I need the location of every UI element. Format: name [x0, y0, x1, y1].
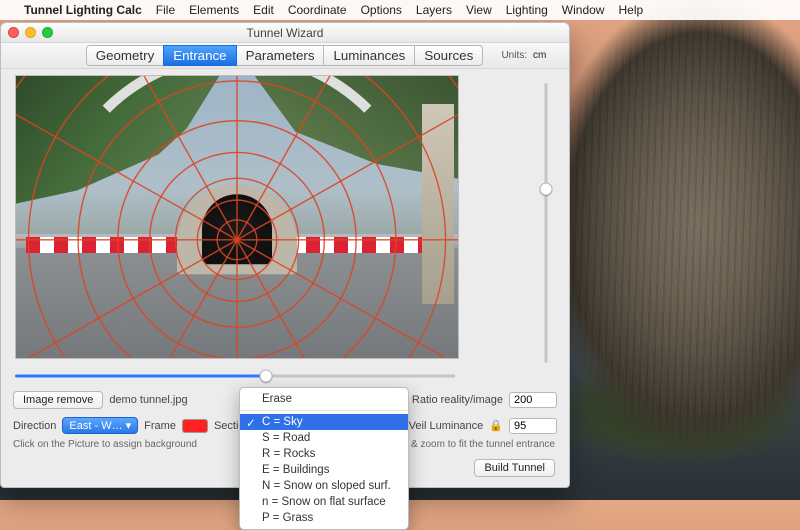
menu-options[interactable]: Options — [361, 3, 402, 17]
wizard-tabbar: Geometry Entrance Parameters Luminances … — [1, 43, 569, 69]
lock-icon[interactable]: 🔒 — [489, 419, 503, 432]
hslider-track — [15, 375, 455, 378]
section-popup-menu[interactable]: Erase C = Sky S = Road R = Rocks E = Bui… — [239, 387, 409, 530]
tab-sources[interactable]: Sources — [414, 45, 483, 66]
app-name-menu[interactable]: Tunnel Lighting Calc — [24, 3, 142, 17]
units-label: Units: — [501, 50, 527, 61]
menu-elements[interactable]: Elements — [189, 3, 239, 17]
vertical-zoom-slider[interactable] — [539, 83, 553, 363]
tab-entrance[interactable]: Entrance — [163, 45, 236, 66]
veil-input[interactable] — [509, 418, 557, 434]
tunnel-wizard-window: Tunnel Wizard Geometry Entrance Paramete… — [0, 22, 570, 488]
menu-edit[interactable]: Edit — [253, 3, 274, 17]
section-item-erase[interactable]: Erase — [240, 391, 408, 407]
menu-coordinate[interactable]: Coordinate — [288, 3, 347, 17]
build-tunnel-button[interactable]: Build Tunnel — [474, 459, 555, 477]
menu-file[interactable]: File — [156, 3, 175, 17]
section-item-grass[interactable]: P = Grass — [240, 510, 408, 526]
direction-label: Direction — [13, 420, 56, 432]
window-traffic-lights — [8, 27, 53, 38]
close-button[interactable] — [8, 27, 19, 38]
section-item-snow-flat[interactable]: n = Snow on flat surface — [240, 494, 408, 510]
direction-select[interactable]: East - W… ▾ — [62, 417, 138, 434]
zoom-button[interactable] — [42, 27, 53, 38]
section-item-rocks[interactable]: R = Rocks — [240, 446, 408, 462]
image-filename: demo tunnel.jpg — [109, 394, 187, 406]
section-item-buildings[interactable]: E = Buildings — [240, 462, 408, 478]
menu-lighting[interactable]: Lighting — [506, 3, 548, 17]
tab-geometry[interactable]: Geometry — [86, 45, 165, 66]
image-remove-button[interactable]: Image remove — [13, 391, 103, 409]
minimize-button[interactable] — [25, 27, 36, 38]
horizontal-zoom-slider[interactable] — [15, 369, 455, 383]
units-value[interactable]: cm — [533, 50, 559, 61]
section-item-road[interactable]: S = Road — [240, 430, 408, 446]
ratio-label: Ratio reality/image — [412, 394, 503, 406]
frame-label: Frame — [144, 420, 176, 432]
frame-color-swatch[interactable] — [182, 419, 208, 433]
vslider-thumb[interactable] — [540, 183, 553, 196]
tab-parameters[interactable]: Parameters — [236, 45, 325, 66]
menu-layers[interactable]: Layers — [416, 3, 452, 17]
mac-menubar: Tunnel Lighting Calc File Elements Edit … — [0, 0, 800, 20]
tunnel-photo-canvas[interactable] — [15, 75, 459, 359]
menu-help[interactable]: Help — [618, 3, 643, 17]
ratio-input[interactable] — [509, 392, 557, 408]
window-titlebar[interactable]: Tunnel Wizard — [1, 23, 569, 43]
section-item-sky[interactable]: C = Sky — [240, 414, 408, 430]
vslider-track — [545, 83, 548, 363]
hint-left: Click on the Picture to assign backgroun… — [13, 439, 197, 450]
window-title: Tunnel Wizard — [247, 26, 324, 40]
menu-window[interactable]: Window — [562, 3, 605, 17]
menu-view[interactable]: View — [466, 3, 492, 17]
section-item-snow-sloped[interactable]: N = Snow on sloped surf. — [240, 478, 408, 494]
photo-pylon — [422, 104, 454, 304]
tab-luminances[interactable]: Luminances — [323, 45, 415, 66]
menu-separator — [240, 410, 408, 411]
hslider-thumb[interactable] — [259, 370, 272, 383]
wizard-content: Image remove demo tunnel.jpg Ratio reali… — [1, 69, 569, 487]
